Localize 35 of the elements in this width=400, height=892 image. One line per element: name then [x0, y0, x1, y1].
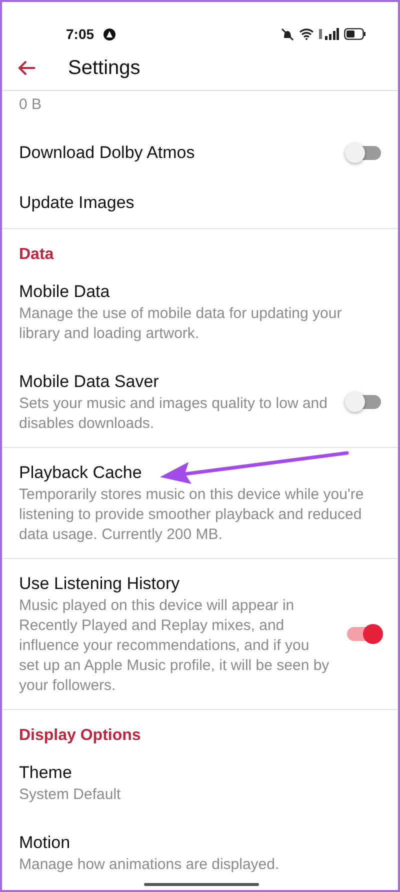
battery-icon — [344, 28, 366, 40]
settings-item[interactable]: Motion Manage how animations are displayed. — [2, 818, 398, 888]
item-description: Manage how animations are displayed. — [19, 855, 280, 875]
item-title: Use Listening History — [19, 573, 180, 595]
settings-item[interactable]: Download Dolby Atmos — [2, 128, 398, 178]
notification-icon — [103, 28, 116, 40]
settings-item[interactable]: Update Images — [2, 178, 398, 228]
section-heading: Data — [18, 245, 55, 265]
toggle-switch[interactable] — [347, 146, 381, 160]
settings-item[interactable]: Playback Cache Temporarily stores music on this device while you're listening to provide smoother playback and reduced data usage. Currently 200 MB. — [2, 448, 398, 558]
item-title: Download Dolby Atmos — [19, 142, 195, 164]
item-title: Update Images — [19, 192, 134, 214]
item-title: Mobile Data Saver — [19, 371, 159, 393]
settings-item[interactable]: Theme System Default — [2, 748, 398, 818]
section-heading: Display Options — [18, 726, 142, 746]
settings-item[interactable]: Mobile Data Saver Sets your music and images quality to low and disables downloads. — [2, 357, 398, 447]
item-title: Motion — [19, 832, 70, 854]
mute-icon — [281, 28, 294, 40]
settings-item[interactable]: Mobile Data Manage the use of mobile data for updating your library and loading artwork. — [2, 267, 398, 357]
item-description: Manage the use of mobile data for updating your library and loading artwork. — [19, 304, 343, 344]
item-description: Temporarily stores music on this device while you're listening to provide smoother playback and reduced data usage. Currently 200 MB. — [19, 485, 365, 545]
wifi-icon — [299, 28, 314, 40]
item-description: Music played on this device will appear in Recently Played and Replay mixes, and influence your recommendations, and if you set up an Apple Music profile, it will be seen by your followers. — [19, 596, 330, 696]
toggle-switch[interactable] — [347, 395, 381, 409]
item-title: Theme — [19, 762, 72, 784]
status-time: 7:05 — [66, 24, 94, 44]
page-title: Settings — [68, 56, 140, 81]
item-description: System Default — [19, 785, 121, 805]
item-title: Playback Cache — [19, 462, 142, 484]
back-icon[interactable] — [18, 60, 36, 76]
item-description: Sets your music and images quality to low and disables downloads. — [19, 394, 328, 434]
signal-icon — [319, 28, 339, 40]
toggle-switch[interactable] — [347, 627, 381, 641]
item-description: 0 B — [19, 95, 42, 115]
item-title: Mobile Data — [19, 281, 110, 303]
